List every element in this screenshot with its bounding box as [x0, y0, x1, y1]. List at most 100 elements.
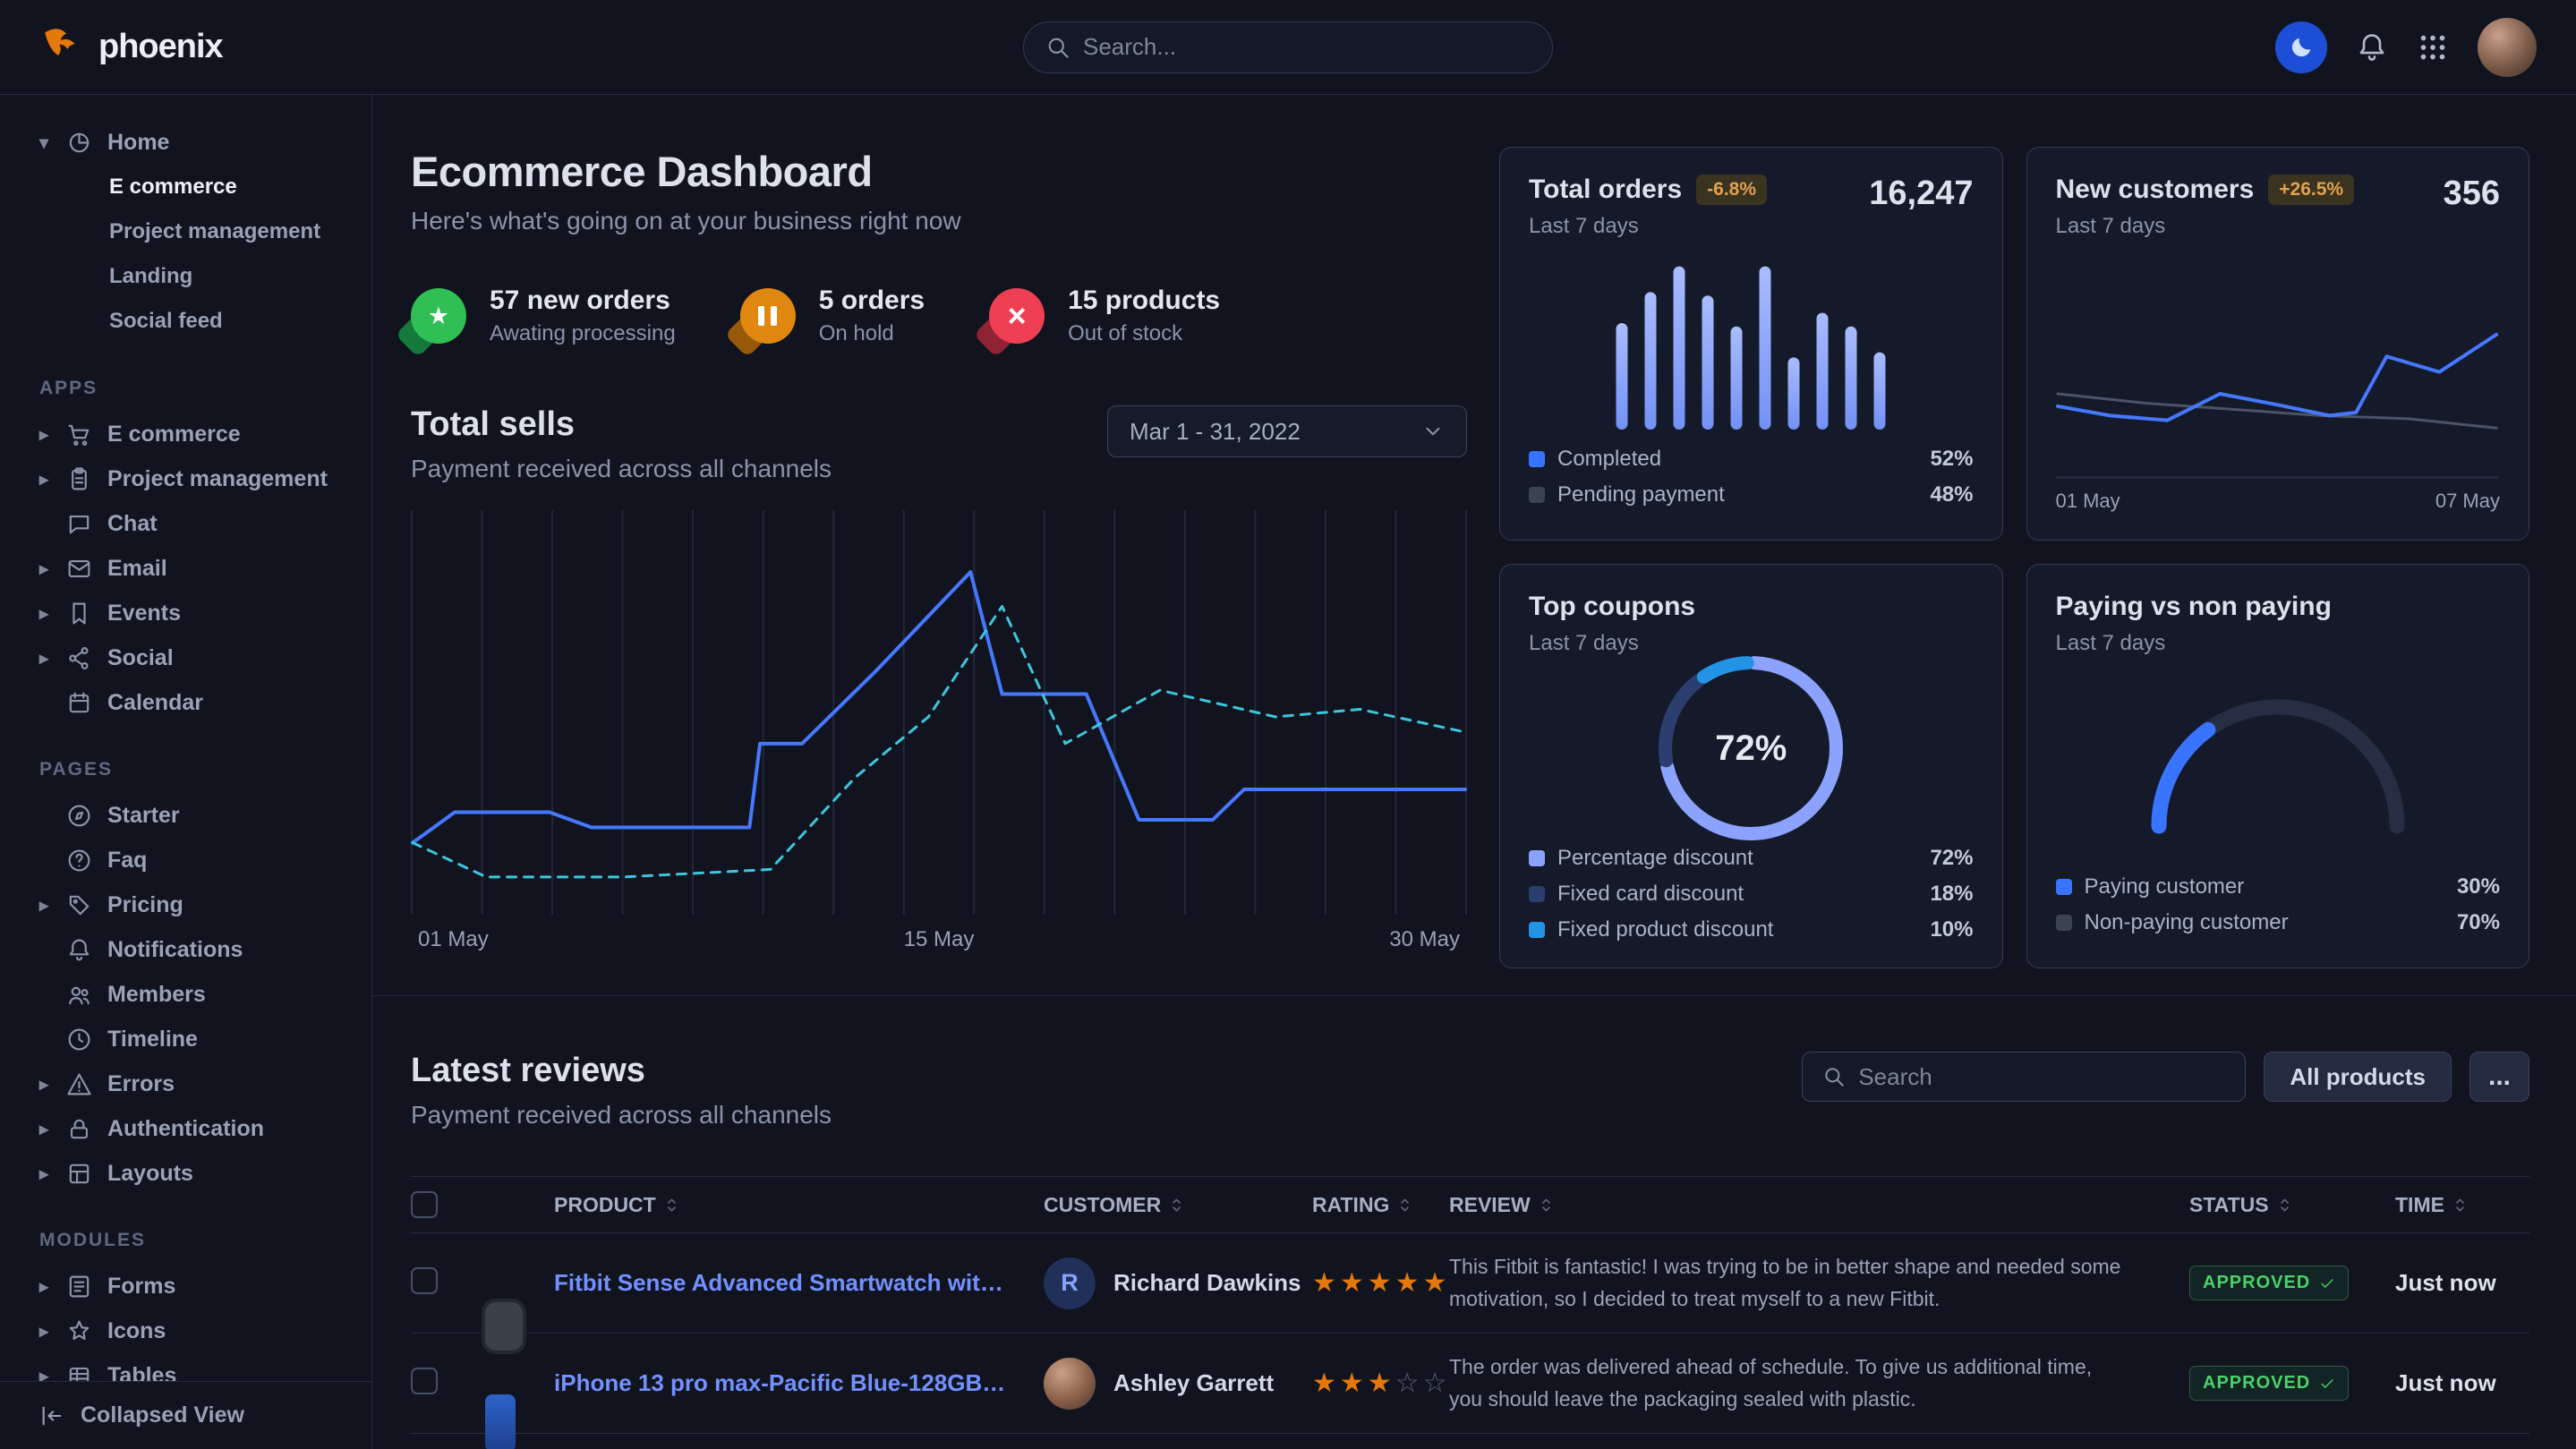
card-title: Paying vs non paying — [2056, 592, 2332, 622]
collapse-icon — [39, 1403, 64, 1428]
sort-icon — [1170, 1196, 1183, 1215]
donut-center-value: 72% — [1659, 656, 1843, 840]
sidebar-item-social-feed[interactable]: Social feed — [0, 299, 371, 344]
select-all-checkbox[interactable] — [411, 1191, 438, 1218]
sidebar-item-landing[interactable]: Landing — [0, 254, 371, 299]
sidebar-item-email[interactable]: ▸ Email — [0, 546, 371, 591]
sidebar-item-social[interactable]: ▸ Social — [0, 635, 371, 680]
sidebar-item-faq[interactable]: Faq — [0, 838, 371, 882]
dashboard-left-column: Ecommerce Dashboard Here's what's going … — [411, 147, 1467, 995]
main-content: Ecommerce Dashboard Here's what's going … — [373, 95, 2576, 1449]
legend-item-non-paying-customer: Non-paying customer 70% — [2056, 905, 2501, 941]
reviews-search-input[interactable] — [1858, 1063, 2225, 1091]
row-checkbox[interactable] — [411, 1368, 438, 1394]
column-header-customer[interactable]: CUSTOMER — [1044, 1193, 1312, 1217]
sidebar-item-home[interactable]: ▾ Home — [0, 120, 371, 165]
sidebar-item-notifications[interactable]: Notifications — [0, 927, 371, 972]
sort-icon — [1398, 1196, 1412, 1215]
sidebar-item-chat[interactable]: Chat — [0, 501, 371, 546]
sort-icon — [2278, 1196, 2291, 1215]
product-link[interactable]: iPhone 13 pro max-Pacific Blue-128GB sto… — [554, 1369, 1044, 1397]
card-period: Last 7 days — [2056, 214, 2355, 239]
chevron-right-icon: ▸ — [39, 602, 66, 625]
stat-value: 5 orders — [819, 286, 925, 316]
sidebar-item-label: Email — [107, 556, 167, 582]
more-options-button[interactable]: ... — [2469, 1052, 2529, 1102]
reviews-search[interactable] — [1802, 1052, 2246, 1102]
sidebar-item-timeline[interactable]: Timeline — [0, 1017, 371, 1061]
global-search[interactable] — [1023, 21, 1553, 73]
review-time: Just now — [2395, 1369, 2541, 1397]
apps-grid-button[interactable] — [2417, 31, 2449, 64]
all-products-button[interactable]: All products — [2264, 1052, 2452, 1102]
card-period: Last 7 days — [2056, 631, 2332, 656]
global-search-input[interactable] — [1083, 33, 1531, 61]
sidebar-item-forms[interactable]: ▸ Forms — [0, 1264, 371, 1308]
sidebar-item-members[interactable]: Members — [0, 972, 371, 1017]
coupons-donut-chart: 72% — [1659, 656, 1843, 840]
sidebar-item-icons[interactable]: ▸ Icons — [0, 1308, 371, 1353]
legend-item-paying-customer: Paying customer 30% — [2056, 869, 2501, 905]
card-title: Total orders — [1529, 175, 1682, 205]
sidebar-item-pricing[interactable]: ▸ Pricing — [0, 882, 371, 927]
review-time: Just now — [2395, 1269, 2541, 1297]
new-customers-line-chart — [2056, 300, 2498, 479]
brand[interactable]: phoenix — [39, 25, 223, 70]
sidebar-item-label: Faq — [107, 848, 147, 874]
sidebar-item-project-management[interactable]: ▸ Project management — [0, 456, 371, 501]
column-header-product[interactable]: PRODUCT — [554, 1193, 1044, 1217]
sidebar-item-label: Social — [107, 645, 174, 671]
column-header-time[interactable]: TIME — [2395, 1193, 2541, 1217]
column-header-status[interactable]: STATUS — [2189, 1193, 2395, 1217]
bell-icon — [66, 937, 107, 963]
mail-icon — [66, 556, 107, 582]
notifications-button[interactable] — [2356, 31, 2388, 64]
top-navbar: phoenix — [0, 0, 2576, 95]
stat-out-of-stock: × 15 products Out of stock — [989, 286, 1220, 346]
sidebar-item-authentication[interactable]: ▸ Authentication — [0, 1106, 371, 1151]
column-header-rating[interactable]: RATING — [1312, 1193, 1449, 1217]
legend-value: 52% — [1930, 447, 1973, 472]
sidebar-item-events[interactable]: ▸ Events — [0, 591, 371, 635]
collapsed-view-toggle[interactable]: Collapsed View — [0, 1381, 371, 1449]
tag-icon — [66, 892, 107, 918]
users-icon — [66, 982, 107, 1008]
sidebar-item-layouts[interactable]: ▸ Layouts — [0, 1151, 371, 1196]
legend-item-fixed-product-discount: Fixed product discount 10% — [1529, 912, 1974, 948]
sidebar-item-e-commerce[interactable]: E commerce — [0, 165, 371, 209]
clock-icon — [66, 1027, 107, 1053]
theme-toggle-button[interactable] — [2275, 21, 2327, 73]
user-avatar[interactable] — [2478, 18, 2537, 77]
sidebar-item-errors[interactable]: ▸ Errors — [0, 1061, 371, 1106]
customer-name: Ashley Garrett — [1113, 1369, 1274, 1397]
column-header-review[interactable]: REVIEW — [1449, 1193, 2189, 1217]
reviews-controls: All products ... — [1802, 1052, 2529, 1102]
legend-value: 10% — [1930, 917, 1973, 942]
chevron-right-icon: ▸ — [39, 894, 66, 916]
sidebar-item-tables[interactable]: ▸ Tables — [0, 1353, 371, 1381]
star-icon: ★ — [411, 288, 466, 344]
sidebar-item-project-management[interactable]: Project management — [0, 209, 371, 254]
table-row: Fitbit Sense Advanced Smartwatch with To… — [411, 1233, 2529, 1334]
table-header: PRODUCT CUSTOMER RATING REVIEW STATUS TI… — [411, 1176, 2529, 1233]
row-checkbox[interactable] — [411, 1267, 438, 1294]
sidebar-section-label-modules: MODULES — [0, 1196, 371, 1264]
sidebar-item-e-commerce[interactable]: ▸ E commerce — [0, 412, 371, 456]
x-axis-end-label: 07 May — [2435, 490, 2500, 513]
legend-value: 30% — [2457, 874, 2500, 899]
sidebar-item-label: Layouts — [107, 1161, 193, 1187]
sidebar-item-starter[interactable]: Starter — [0, 793, 371, 838]
dashboard-section: Ecommerce Dashboard Here's what's going … — [373, 95, 2576, 996]
sidebar-item-label: Pricing — [107, 892, 183, 918]
sort-icon — [1540, 1196, 1553, 1215]
product-link[interactable]: Fitbit Sense Advanced Smartwatch with To… — [554, 1269, 1044, 1297]
review-text: This Fitbit is fantastic! I was trying t… — [1449, 1251, 2189, 1315]
chevron-right-icon: ▸ — [39, 1163, 66, 1185]
date-range-select[interactable]: Mar 1 - 31, 2022 — [1107, 405, 1467, 457]
stat-on-hold: 5 orders On hold — [740, 286, 925, 346]
customer-name: Richard Dawkins — [1113, 1269, 1301, 1297]
x-tick-label: 01 May — [418, 927, 489, 952]
cart-icon — [66, 422, 107, 447]
sidebar-item-calendar[interactable]: Calendar — [0, 680, 371, 725]
card-value: 356 — [2444, 175, 2500, 239]
